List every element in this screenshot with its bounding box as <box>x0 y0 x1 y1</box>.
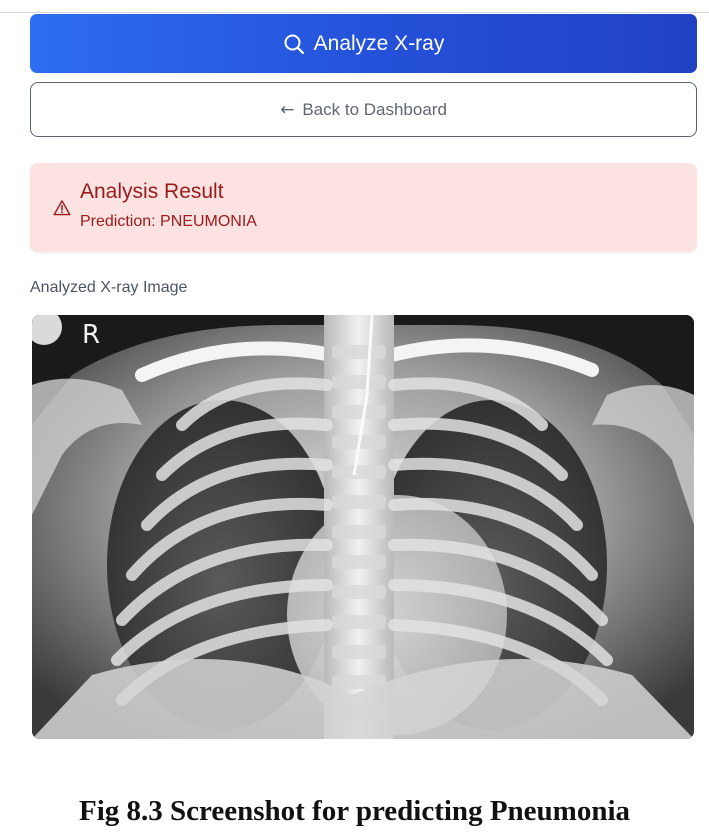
xray-image <box>32 315 694 739</box>
xray-side-marker: R <box>82 320 101 350</box>
warning-triangle-icon <box>53 199 71 217</box>
analysis-result-title: Analysis Result <box>80 180 224 203</box>
top-divider <box>0 12 709 13</box>
arrow-left-icon: ← <box>280 99 295 120</box>
back-to-dashboard-button[interactable]: ← Back to Dashboard <box>30 82 697 137</box>
analyze-xray-button[interactable]: Analyze X-ray <box>30 14 697 73</box>
figure-caption: Fig 8.3 Screenshot for predicting Pneumo… <box>79 795 630 827</box>
analyze-xray-label: Analyze X-ray <box>313 31 445 55</box>
back-to-dashboard-label: Back to Dashboard <box>302 99 447 119</box>
prediction-text: Prediction: PNEUMONIA <box>80 213 257 230</box>
analysis-result-card: Analysis Result Prediction: PNEUMONIA <box>30 163 697 252</box>
analyzed-image-label: Analyzed X-ray Image <box>30 279 188 296</box>
search-icon <box>283 33 305 55</box>
